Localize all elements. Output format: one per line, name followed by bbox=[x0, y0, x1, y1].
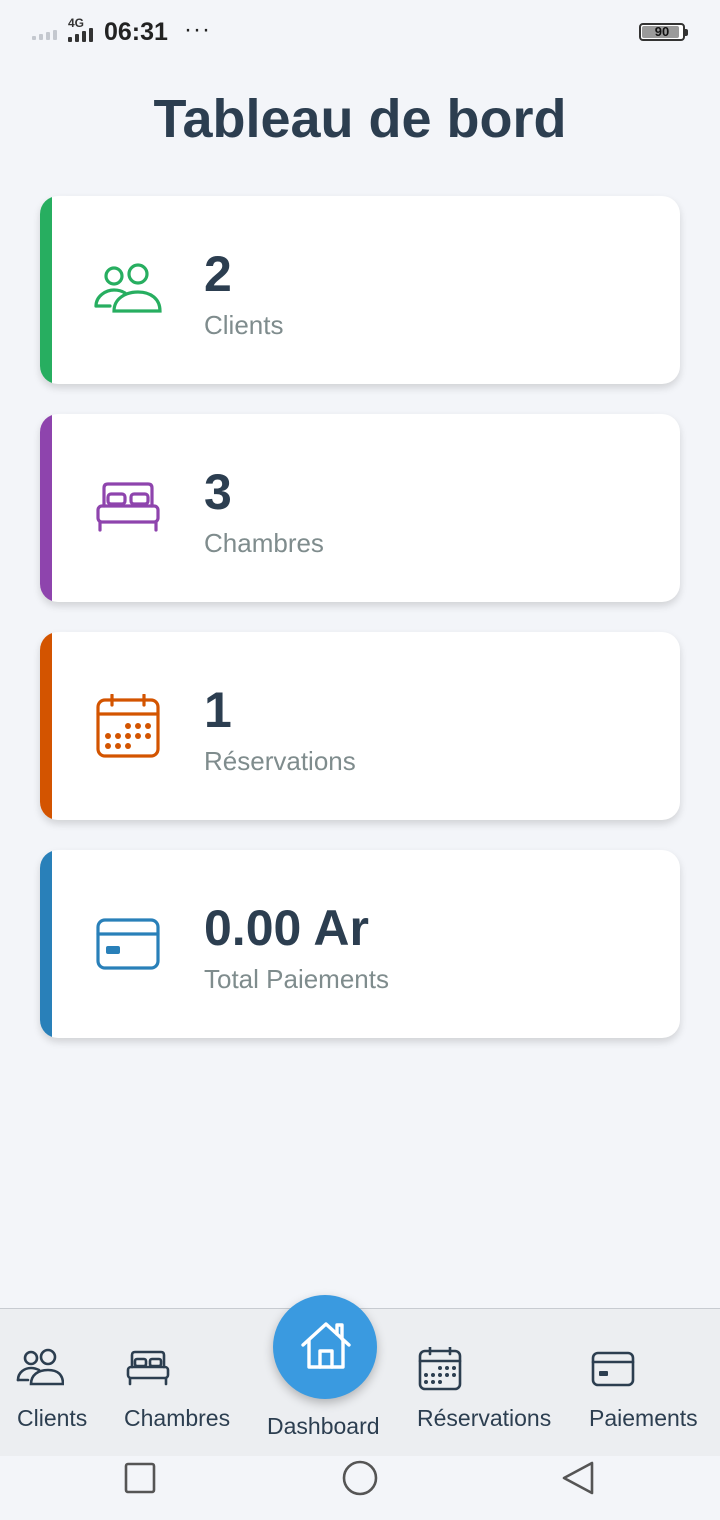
paiements-label: Total Paiements bbox=[204, 964, 389, 994]
nav-label-paiements: Paiements bbox=[589, 1405, 698, 1431]
card-accent-bar bbox=[40, 414, 52, 602]
bed-icon bbox=[126, 1350, 170, 1386]
signal-sim2-icon bbox=[68, 28, 93, 42]
reservations-label: Réservations bbox=[204, 746, 356, 776]
nav-item-dashboard[interactable]: Dashboard bbox=[256, 1295, 396, 1457]
clients-label: Clients bbox=[204, 310, 284, 340]
card-accent-bar bbox=[40, 850, 52, 1038]
calendar-icon bbox=[96, 694, 160, 758]
users-icon bbox=[94, 263, 162, 313]
dashboard-screen: 4G 06:31 ··· 90 Tableau de bord 2 Client… bbox=[0, 0, 720, 1520]
nav-item-chambres[interactable]: Chambres bbox=[112, 1309, 244, 1457]
stat-card-paiements[interactable]: 0.00 Ar Total Paiements bbox=[40, 850, 680, 1038]
status-time: 06:31 bbox=[104, 18, 168, 46]
bed-icon bbox=[96, 482, 160, 532]
stat-card-reservations[interactable]: 1 Réservations bbox=[40, 632, 680, 820]
chambres-count: 3 bbox=[204, 464, 232, 520]
credit-card-icon bbox=[591, 1351, 635, 1387]
card-accent-bar bbox=[40, 632, 52, 820]
chambres-label: Chambres bbox=[204, 528, 324, 558]
paiements-total: 0.00 Ar bbox=[204, 900, 369, 956]
nav-label-reservations: Réservations bbox=[417, 1405, 552, 1431]
calendar-icon bbox=[418, 1347, 462, 1391]
stat-card-clients[interactable]: 2 Clients bbox=[40, 196, 680, 384]
back-button[interactable] bbox=[560, 1460, 596, 1496]
battery-icon: 90 bbox=[639, 23, 688, 41]
bottom-navigation: Clients Chambres Dashboard Réservations … bbox=[0, 1295, 720, 1457]
dashboard-fab[interactable] bbox=[273, 1295, 377, 1399]
notification-more-icon: ··· bbox=[184, 16, 211, 43]
signal-sim1-icon bbox=[32, 30, 57, 40]
users-icon bbox=[16, 1348, 64, 1386]
card-accent-bar bbox=[40, 196, 52, 384]
stat-card-chambres[interactable]: 3 Chambres bbox=[40, 414, 680, 602]
nav-label-clients: Clients bbox=[17, 1405, 88, 1431]
clients-count: 2 bbox=[204, 246, 232, 302]
nav-item-reservations[interactable]: Réservations bbox=[408, 1309, 568, 1457]
reservations-count: 1 bbox=[204, 682, 232, 738]
credit-card-icon bbox=[96, 918, 160, 970]
recents-button[interactable] bbox=[124, 1462, 156, 1494]
page-title: Tableau de bord bbox=[153, 89, 567, 149]
nav-item-clients[interactable]: Clients bbox=[0, 1309, 108, 1457]
status-bar: 4G 06:31 ··· 90 bbox=[0, 0, 720, 64]
nav-label-dashboard: Dashboard bbox=[267, 1413, 380, 1439]
home-icon bbox=[301, 1322, 351, 1369]
nav-item-paiements[interactable]: Paiements bbox=[580, 1309, 720, 1457]
nav-label-chambres: Chambres bbox=[124, 1405, 231, 1431]
battery-level: 90 bbox=[654, 24, 670, 39]
home-button[interactable] bbox=[342, 1460, 378, 1496]
system-navigation-bar bbox=[0, 1456, 720, 1520]
